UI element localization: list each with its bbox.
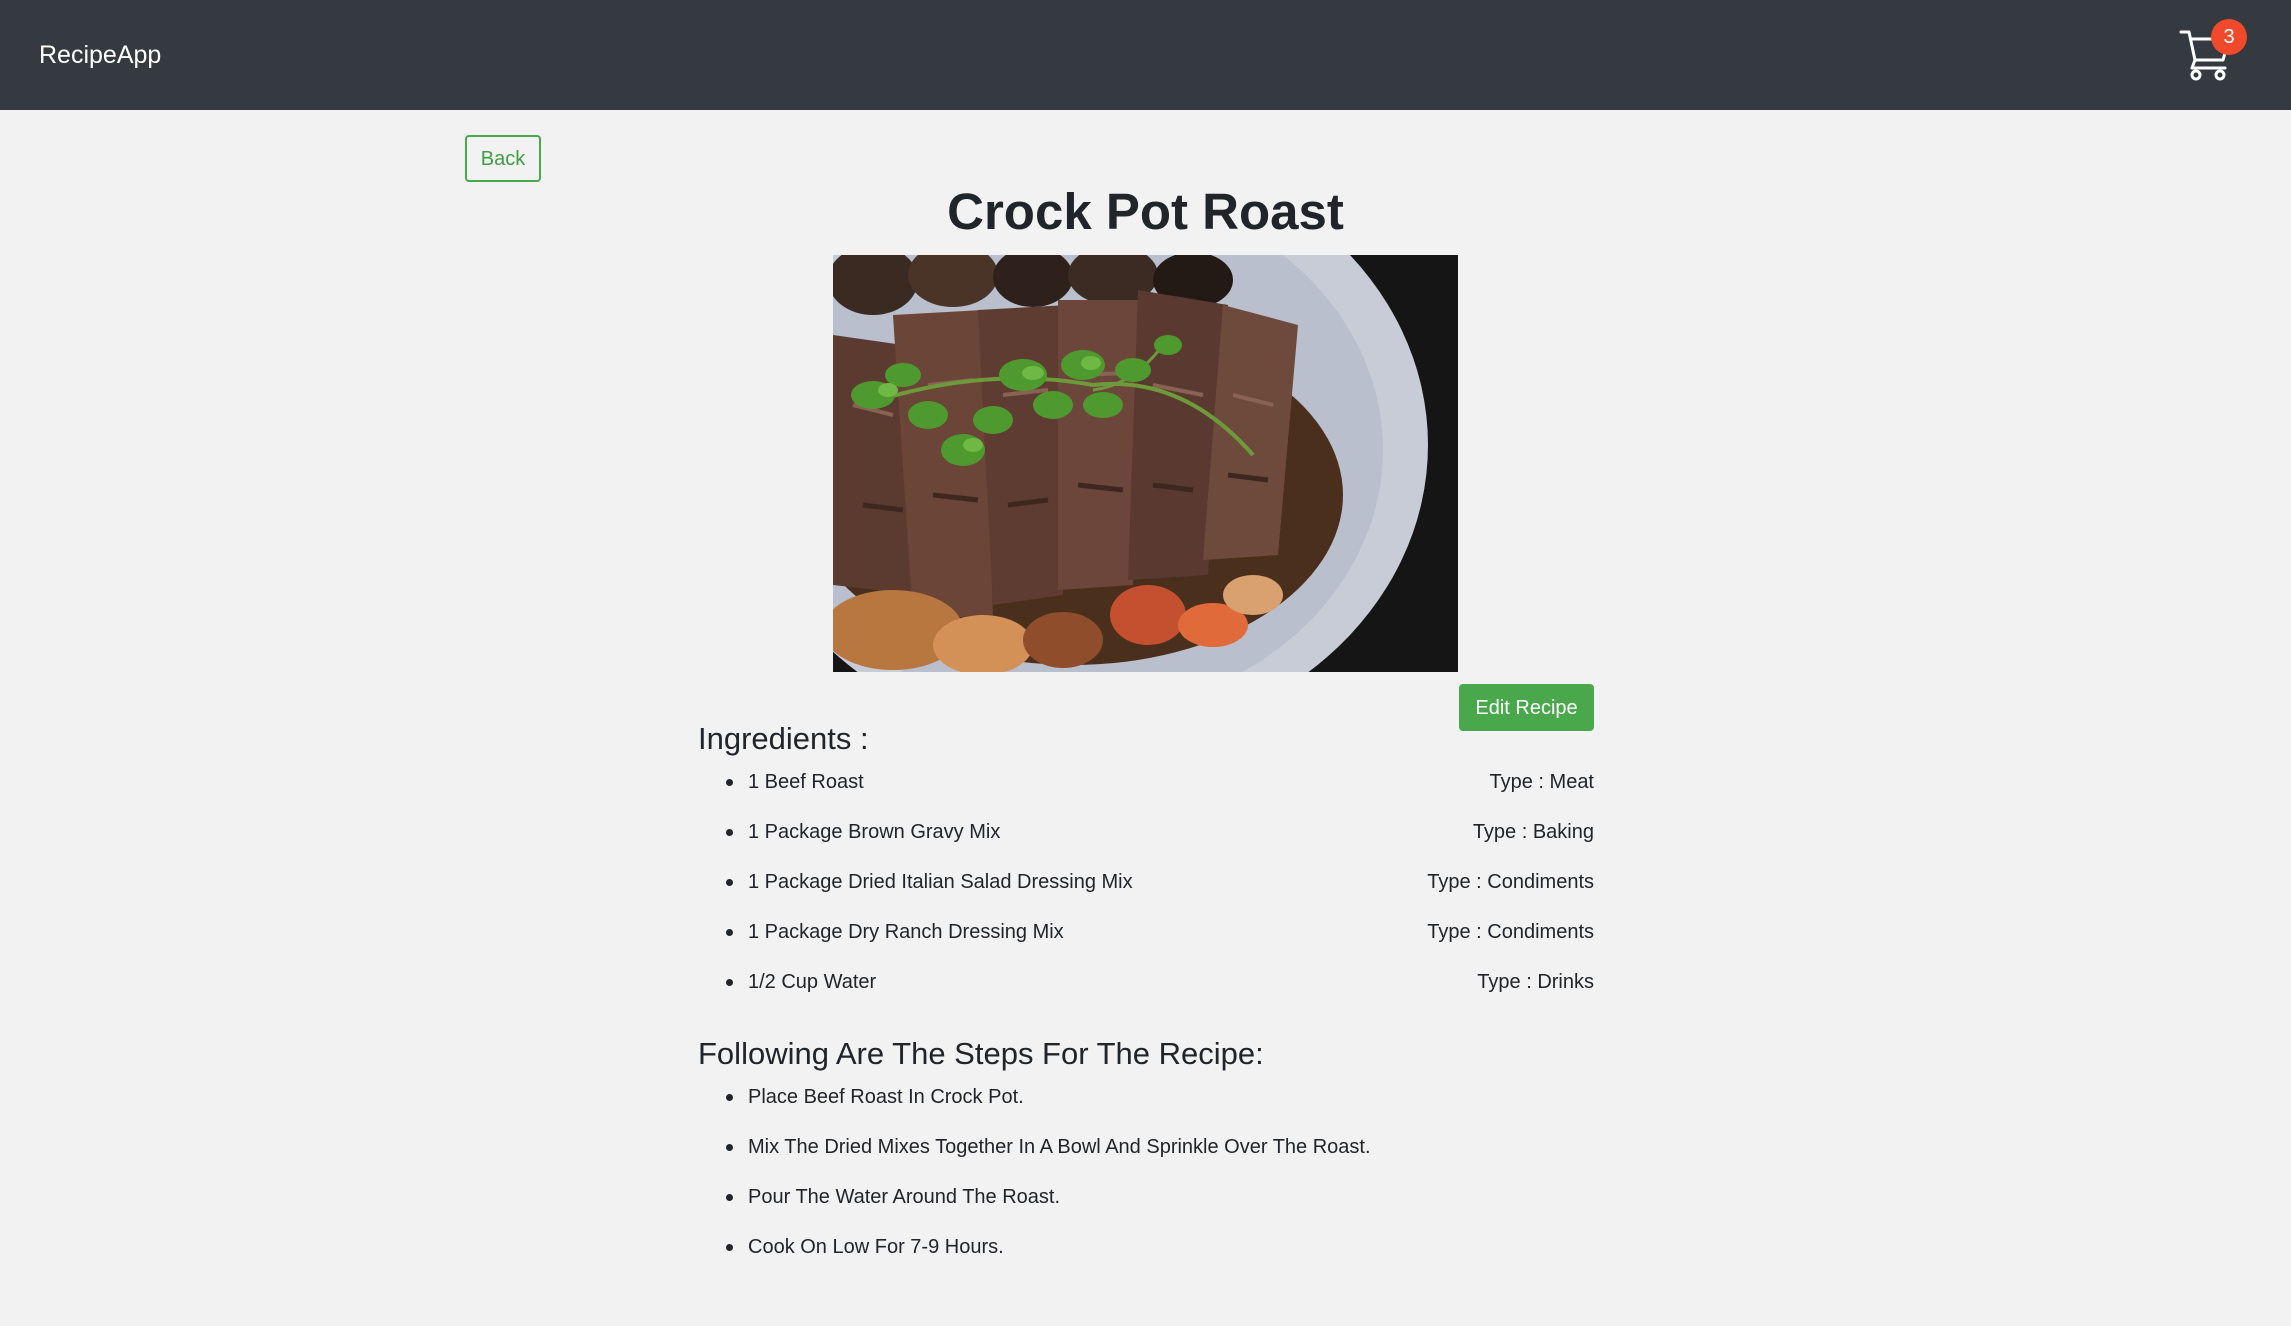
ingredient-item: 1 Package Brown Gravy Mix Type : Baking xyxy=(698,817,1594,867)
ingredient-name: 1 Package Dry Ranch Dressing Mix xyxy=(748,921,1064,943)
ingredients-heading: Ingredients : xyxy=(698,721,869,756)
bullet-icon xyxy=(726,1094,733,1101)
ingredient-type: Type : Meat xyxy=(1489,771,1595,793)
ingredient-name: 1 Beef Roast xyxy=(748,771,864,793)
step-text: Mix The Dried Mixes Together In A Bowl A… xyxy=(748,1136,1371,1158)
recipe-title: Crock Pot Roast xyxy=(947,183,1344,240)
ingredient-item: 1 Beef Roast Type : Meat xyxy=(698,767,1594,817)
top-navbar: RecipeApp 3 xyxy=(0,0,2291,110)
step-item: Mix The Dried Mixes Together In A Bowl A… xyxy=(698,1132,1594,1182)
step-text: Place Beef Roast In Crock Pot. xyxy=(748,1086,1024,1108)
ingredients-list: 1 Beef Roast Type : Meat 1 Package Brown… xyxy=(698,767,1594,1017)
bullet-icon xyxy=(726,979,733,986)
step-item: Place Beef Roast In Crock Pot. xyxy=(698,1082,1594,1132)
cart-button[interactable]: 3 xyxy=(2176,18,2247,88)
ingredient-type: Type : Condiments xyxy=(1427,871,1594,893)
step-text: Cook On Low For 7-9 Hours. xyxy=(748,1236,1004,1258)
step-text: Pour The Water Around The Roast. xyxy=(748,1186,1061,1208)
ingredient-type: Type : Drinks xyxy=(1477,971,1594,993)
ingredient-name: 1/2 Cup Water xyxy=(748,971,877,993)
bullet-icon xyxy=(726,1144,733,1151)
ingredient-item: 1 Package Dry Ranch Dressing Mix Type : … xyxy=(698,917,1594,967)
back-button[interactable]: Back xyxy=(465,135,541,182)
bullet-icon xyxy=(726,1194,733,1201)
ingredient-type: Type : Condiments xyxy=(1427,921,1594,943)
ingredient-name: 1 Package Dried Italian Salad Dressing M… xyxy=(748,871,1133,893)
step-item: Cook On Low For 7-9 Hours. xyxy=(698,1232,1594,1282)
bullet-icon xyxy=(726,929,733,936)
step-item: Pour The Water Around The Roast. xyxy=(698,1182,1594,1232)
edit-recipe-button[interactable]: Edit Recipe xyxy=(1459,684,1594,731)
steps-list: Place Beef Roast In Crock Pot. Mix The D… xyxy=(698,1082,1594,1282)
bullet-icon xyxy=(726,779,733,786)
ingredient-item: 1 Package Dried Italian Salad Dressing M… xyxy=(698,867,1594,917)
roast-photo-illustration xyxy=(833,255,1458,672)
steps-heading: Following Are The Steps For The Recipe: xyxy=(698,1036,1264,1071)
cart-count-badge: 3 xyxy=(2211,19,2247,55)
bullet-icon xyxy=(726,879,733,886)
brand-link[interactable]: RecipeApp xyxy=(39,37,161,73)
ingredient-type: Type : Baking xyxy=(1472,821,1594,843)
bullet-icon xyxy=(726,829,733,836)
ingredient-item: 1/2 Cup Water Type : Drinks xyxy=(698,967,1594,1017)
bullet-icon xyxy=(726,1244,733,1251)
ingredient-name: 1 Package Brown Gravy Mix xyxy=(748,821,1001,843)
recipe-image xyxy=(833,255,1458,672)
